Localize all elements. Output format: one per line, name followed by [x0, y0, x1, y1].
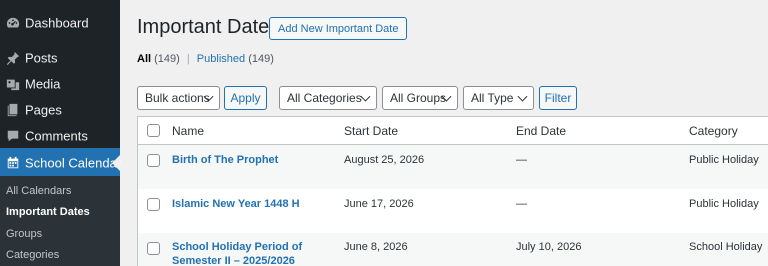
- row-title-link[interactable]: Islamic New Year 1448 H: [172, 197, 300, 212]
- groups-select[interactable]: All Groups: [382, 86, 458, 110]
- table-row: Islamic New Year 1448 H June 17, 2026 — …: [138, 189, 768, 233]
- calendar-submenu: All Calendars Important Dates Groups Cat…: [0, 176, 120, 266]
- view-filters: All (149) | Published (149): [137, 53, 274, 65]
- row-title-link[interactable]: Birth of The Prophet: [172, 153, 278, 168]
- add-new-button[interactable]: Add New Important Date: [269, 17, 408, 40]
- important-dates-table: Name Start Date End Date Category Birth …: [137, 116, 768, 266]
- table-row: Birth of The Prophet August 25, 2026 — P…: [138, 145, 768, 189]
- dashboard-icon: [6, 16, 20, 30]
- media-icon: [6, 77, 20, 91]
- column-header-start-date[interactable]: Start Date: [344, 124, 398, 138]
- categories-value: All Categories: [287, 91, 362, 105]
- submenu-categories[interactable]: Categories: [6, 249, 59, 261]
- filter-button[interactable]: Filter: [539, 86, 577, 110]
- admin-sidebar: Dashboard Posts Media Pages Comments Sch…: [0, 0, 122, 266]
- bulk-actions-value: Bulk actions: [145, 91, 210, 105]
- chevron-down-icon: [360, 91, 371, 102]
- row-end-date: —: [516, 198, 527, 210]
- type-select[interactable]: All Type: [463, 86, 534, 110]
- chevron-down-icon: [517, 91, 528, 102]
- menu-label: Comments: [25, 128, 88, 144]
- table-header: Name Start Date End Date Category: [138, 117, 768, 145]
- pages-icon: [6, 103, 20, 117]
- column-header-end-date[interactable]: End Date: [516, 124, 566, 138]
- menu-item-dashboard[interactable]: Dashboard: [0, 10, 120, 36]
- row-title-link-line2[interactable]: Semester II – 2025/2026: [172, 254, 295, 266]
- row-end-date: July 10, 2026: [516, 241, 582, 253]
- view-separator: |: [186, 53, 190, 65]
- submenu-important-dates[interactable]: Important Dates: [6, 206, 90, 218]
- view-all-link[interactable]: All: [137, 53, 151, 65]
- apply-button[interactable]: Apply: [224, 86, 267, 110]
- menu-label: Dashboard: [25, 15, 89, 31]
- page-title: Important Dates: [137, 16, 280, 38]
- menu-label: School Calendar: [25, 155, 122, 171]
- calendar-icon: [6, 156, 20, 170]
- bulk-actions-select[interactable]: Bulk actions: [137, 86, 220, 110]
- menu-label: Pages: [25, 102, 62, 118]
- row-end-date: —: [516, 154, 527, 166]
- menu-item-posts[interactable]: Posts: [0, 45, 120, 71]
- row-category: School Holiday: [689, 241, 763, 253]
- all-count: (149): [154, 53, 180, 65]
- select-all-checkbox[interactable]: [147, 124, 160, 137]
- menu-item-school-calendar[interactable]: School Calendar: [0, 148, 122, 178]
- type-value: All Type: [471, 91, 514, 105]
- submenu-groups[interactable]: Groups: [6, 228, 42, 240]
- current-menu-arrow: [112, 155, 120, 171]
- pin-icon: [6, 51, 20, 65]
- menu-label: Media: [25, 76, 61, 92]
- row-checkbox[interactable]: [147, 154, 160, 167]
- row-title-link-line1[interactable]: School Holiday Period of: [172, 240, 302, 255]
- row-category: Public Holiday: [689, 198, 759, 210]
- row-start-date: June 17, 2026: [344, 198, 414, 210]
- menu-item-comments[interactable]: Comments: [0, 123, 120, 149]
- submenu-all-calendars[interactable]: All Calendars: [6, 185, 71, 197]
- menu-item-pages[interactable]: Pages: [0, 97, 120, 123]
- column-header-name[interactable]: Name: [172, 124, 204, 138]
- view-published-link[interactable]: Published: [197, 53, 245, 65]
- row-checkbox[interactable]: [147, 198, 160, 211]
- row-start-date: August 25, 2026: [344, 154, 425, 166]
- row-checkbox[interactable]: [147, 242, 160, 255]
- comment-icon: [6, 129, 20, 143]
- row-start-date: June 8, 2026: [344, 241, 408, 253]
- column-header-category[interactable]: Category: [689, 124, 738, 138]
- groups-value: All Groups: [390, 91, 447, 105]
- table-row: School Holiday Period of Semester II – 2…: [138, 233, 768, 266]
- menu-item-media[interactable]: Media: [0, 71, 120, 97]
- published-count: (149): [248, 53, 274, 65]
- menu-label: Posts: [25, 50, 58, 66]
- row-category: Public Holiday: [689, 154, 759, 166]
- categories-select[interactable]: All Categories: [279, 86, 377, 110]
